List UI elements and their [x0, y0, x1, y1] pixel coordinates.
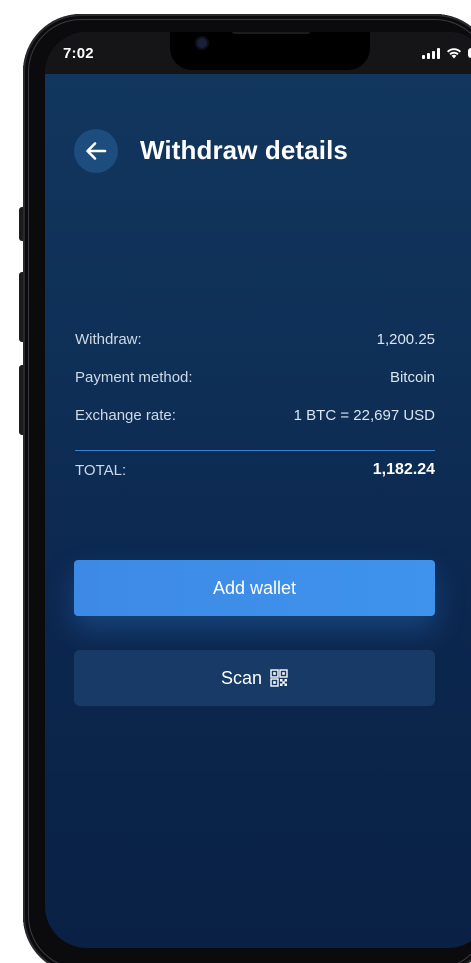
notch: [170, 32, 370, 70]
detail-value: 1,200.25: [376, 330, 435, 348]
status-bar: 7:02: [45, 32, 471, 74]
app-screen: 7:02 Withdraw details Withdraw: 1,200.25…: [45, 32, 471, 948]
detail-value: 1 BTC = 22,697 USD: [293, 406, 435, 424]
scan-button[interactable]: Scan: [74, 650, 435, 706]
speaker-grille: [232, 32, 310, 34]
withdraw-details-list: Withdraw: 1,200.25 Payment method: Bitco…: [75, 320, 435, 434]
detail-label: Payment method:: [75, 368, 193, 386]
arrow-left-icon: [86, 142, 107, 160]
detail-label: Exchange rate:: [75, 406, 176, 424]
status-icons: [422, 47, 471, 59]
total-value: 1,182.24: [372, 461, 435, 478]
detail-row-withdraw: Withdraw: 1,200.25: [75, 320, 435, 358]
qr-code-icon: [270, 669, 288, 687]
page-title: Withdraw details: [140, 135, 348, 165]
add-wallet-button[interactable]: Add wallet: [74, 560, 435, 616]
scan-button-label: Scan: [220, 667, 263, 688]
front-camera: [197, 38, 207, 48]
detail-label: Withdraw:: [75, 330, 142, 348]
status-time: 7:02: [63, 45, 94, 62]
detail-row-payment-method: Payment method: Bitcoin: [75, 358, 435, 396]
back-button[interactable]: [74, 129, 118, 173]
total-label: TOTAL:: [75, 461, 127, 479]
total-row: TOTAL: 1,182.24: [75, 458, 435, 482]
device-mockup: 7:02 Withdraw details Withdraw: 1,200.25…: [0, 0, 471, 963]
signal-icon: [422, 47, 440, 59]
wifi-icon: [447, 48, 461, 59]
detail-row-exchange-rate: Exchange rate: 1 BTC = 22,697 USD: [75, 396, 435, 434]
detail-value: Bitcoin: [389, 368, 435, 386]
total-divider: [75, 450, 435, 451]
